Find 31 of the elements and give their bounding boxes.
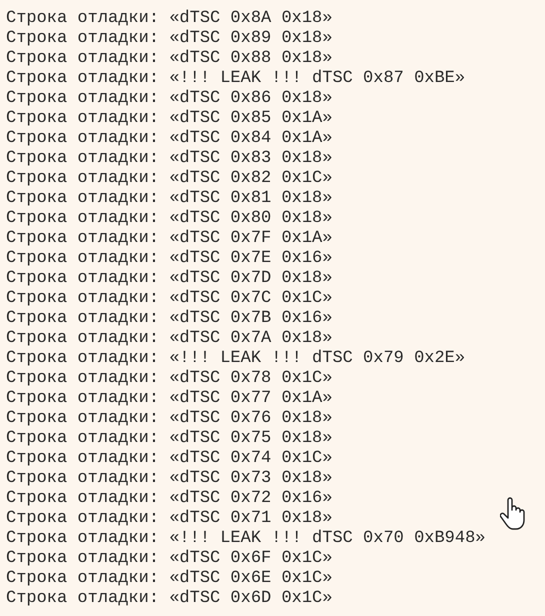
log-line: Строка отладки: «dTSC 0x73 0x18»	[6, 469, 332, 489]
log-line: Строка отладки: «dTSC 0x8A 0x18»	[6, 9, 332, 29]
log-line: Строка отладки: «dTSC 0x76 0x18»	[6, 409, 332, 429]
log-line: Строка отладки: «dTSC 0x89 0x18»	[6, 29, 332, 49]
log-line: Строка отладки: «dTSC 0x78 0x1C»	[6, 369, 332, 389]
log-line: Строка отладки: «!!! LEAK !!! dTSC 0x70 0xB948»	[6, 529, 486, 549]
log-line: Строка отладки: «dTSC 0x71 0x18»	[6, 509, 332, 529]
log-line: Строка отладки: «dTSC 0x7E 0x16»	[6, 249, 332, 269]
log-line: Строка отладки: «!!! LEAK !!! dTSC 0x79 0x2E»	[6, 349, 466, 369]
log-line: Строка отладки: «dTSC 0x6F 0x1C»	[6, 549, 332, 569]
log-line: Строка отладки: «dTSC 0x86 0x18»	[6, 89, 332, 109]
log-line: Строка отладки: «dTSC 0x6D 0x1C»	[6, 589, 332, 609]
log-line: Строка отладки: «dTSC 0x6E 0x1C»	[6, 569, 332, 589]
log-line: Строка отладки: «dTSC 0x88 0x18»	[6, 49, 332, 69]
log-line: Строка отладки: «dTSC 0x7D 0x18»	[6, 269, 332, 289]
log-line: Строка отладки: «dTSC 0x81 0x18»	[6, 189, 332, 209]
log-line: Строка отладки: «dTSC 0x82 0x1C»	[6, 169, 332, 189]
log-line: Строка отладки: «dTSC 0x7C 0x1C»	[6, 289, 332, 309]
log-line: Строка отладки: «dTSC 0x74 0x1C»	[6, 449, 332, 469]
log-line: Строка отладки: «dTSC 0x75 0x18»	[6, 429, 332, 449]
log-line: Строка отладки: «!!! LEAK !!! dTSC 0x87 0xBE»	[6, 69, 466, 89]
hand-cursor-icon	[500, 497, 526, 531]
log-line: Строка отладки: «dTSC 0x84 0x1A»	[6, 129, 332, 149]
log-line: Строка отладки: «dTSC 0x83 0x18»	[6, 149, 332, 169]
log-line: Строка отладки: «dTSC 0x85 0x1A»	[6, 109, 332, 129]
log-line: Строка отладки: «dTSC 0x7A 0x18»	[6, 329, 332, 349]
log-line: Строка отладки: «dTSC 0x72 0x16»	[6, 489, 332, 509]
log-line: Строка отладки: «dTSC 0x7B 0x16»	[6, 309, 332, 329]
log-line: Строка отладки: «dTSC 0x7F 0x1A»	[6, 229, 332, 249]
log-line: Строка отладки: «dTSC 0x77 0x1A»	[6, 389, 332, 409]
log-line: Строка отладки: «dTSC 0x80 0x18»	[6, 209, 332, 229]
